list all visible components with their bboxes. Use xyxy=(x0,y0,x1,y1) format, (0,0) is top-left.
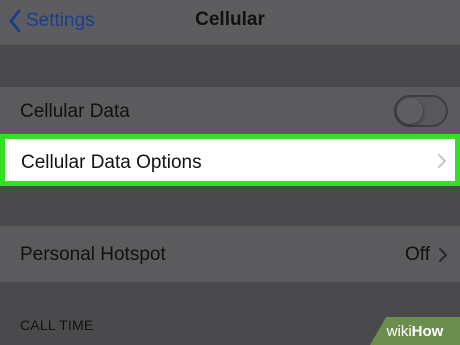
toggle-knob xyxy=(397,98,423,124)
wikihow-watermark: wiki How xyxy=(370,317,460,345)
cellular-data-toggle[interactable] xyxy=(394,95,448,127)
section-gap xyxy=(0,45,460,87)
personal-hotspot-label: Personal Hotspot xyxy=(20,244,166,265)
cellular-data-options-label: Cellular Data Options xyxy=(21,152,202,173)
personal-hotspot-value: Off xyxy=(405,244,430,265)
navigation-bar: Settings Cellular xyxy=(0,0,460,45)
page-title: Cellular xyxy=(195,9,265,30)
cellular-data-label: Cellular Data xyxy=(20,101,130,122)
section-header-call-time: CALL TIME xyxy=(20,317,94,333)
chevron-right-icon xyxy=(438,247,448,268)
personal-hotspot-row[interactable]: Personal Hotspot Off xyxy=(0,226,460,282)
watermark-how: How xyxy=(411,322,444,340)
section-gap xyxy=(0,186,460,226)
cellular-data-row: Cellular Data xyxy=(0,87,460,135)
watermark-wiki: wiki xyxy=(386,322,412,340)
chevron-right-icon xyxy=(437,153,447,174)
cellular-data-options-row[interactable]: Cellular Data Options xyxy=(0,134,460,186)
